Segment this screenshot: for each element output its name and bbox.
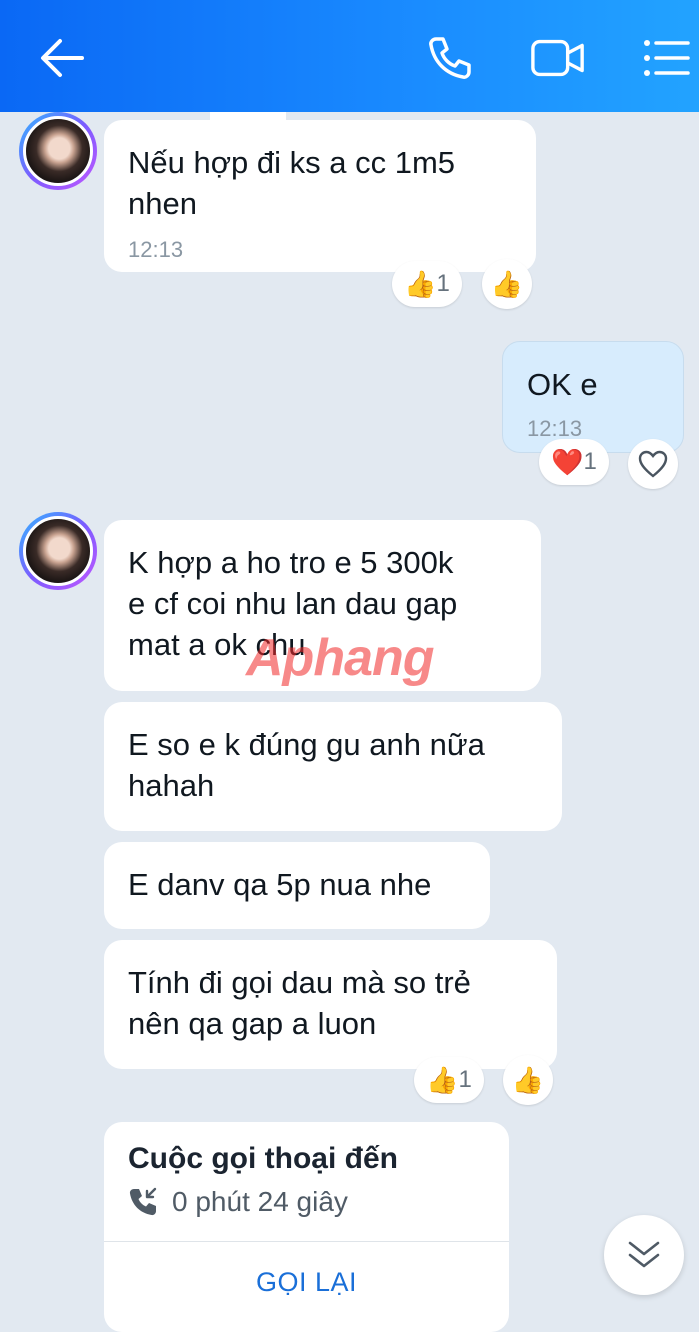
call-duration: 0 phút 24 giây	[172, 1186, 348, 1217]
call-back-button[interactable]: GỌI LẠI	[104, 1242, 509, 1322]
call-duration-row: 0 phút 24 giây	[128, 1186, 348, 1218]
thumbs-up-icon: 👍	[490, 268, 524, 299]
contact-avatar[interactable]	[19, 512, 97, 590]
message-bubble[interactable]: E danv qa 5p nua nhe	[104, 842, 490, 929]
message-bubble[interactable]: E so e k đúng gu anh nữa hahah	[104, 702, 562, 831]
heart-outline-icon	[638, 450, 668, 478]
reaction-badge[interactable]: 👍 1	[414, 1057, 484, 1103]
double-chevron-down-icon	[628, 1241, 660, 1268]
video-call-button[interactable]	[530, 30, 586, 86]
reaction-count: 1	[458, 1066, 472, 1093]
menu-button[interactable]	[638, 30, 694, 86]
reaction-count: 1	[583, 448, 597, 475]
message-bubble[interactable]: Tính đi gọi dau mà so trẻ nên qa gap a l…	[104, 940, 557, 1069]
thumbs-up-icon: 👍	[426, 1064, 459, 1095]
message-line: OK e	[527, 367, 598, 402]
message-line: Nếu hợp đi ks a cc 1m5	[128, 145, 456, 180]
back-button[interactable]	[34, 30, 90, 86]
reaction-count: 1	[436, 270, 450, 297]
chat-header	[0, 0, 699, 112]
arrow-left-icon	[41, 39, 84, 77]
react-button[interactable]: 👍	[482, 259, 532, 309]
voice-call-button[interactable]	[422, 30, 478, 86]
reaction-badge[interactable]: ❤️ 1	[539, 439, 609, 485]
call-title: Cuộc gọi thoại đến	[128, 1142, 398, 1175]
message-line: Tính đi gọi dau mà so trẻ	[128, 965, 471, 1000]
contact-avatar[interactable]	[19, 112, 97, 190]
message-line: hahah	[128, 768, 215, 803]
list-menu-icon	[644, 40, 690, 76]
call-log-card: Cuộc gọi thoại đến 0 phút 24 giây GỌI LẠ…	[104, 1122, 509, 1332]
incoming-call-icon	[129, 1187, 157, 1216]
scroll-to-bottom-button[interactable]	[604, 1215, 684, 1295]
phone-icon	[429, 37, 471, 79]
message-line: nên qa gap a luon	[128, 1006, 377, 1041]
thumbs-up-icon: 👍	[404, 268, 437, 299]
message-line: e cf coi nhu lan dau gap	[128, 586, 458, 621]
react-button[interactable]: 👍	[503, 1055, 553, 1105]
thumbs-up-icon: 👍	[511, 1064, 545, 1095]
watermark: Aphang	[246, 629, 435, 687]
reaction-badge[interactable]: 👍 1	[392, 261, 462, 307]
message-line: E danv qa 5p nua nhe	[128, 867, 432, 902]
message-time: 12:13	[128, 237, 184, 262]
message-line: E so e k đúng gu anh nữa	[128, 727, 485, 762]
react-button[interactable]	[628, 439, 678, 489]
video-camera-icon	[531, 39, 584, 77]
heart-icon: ❤️	[551, 446, 584, 477]
message-line: nhen	[128, 186, 197, 221]
message-line: K hợp a ho tro e 5 300k	[128, 545, 454, 580]
